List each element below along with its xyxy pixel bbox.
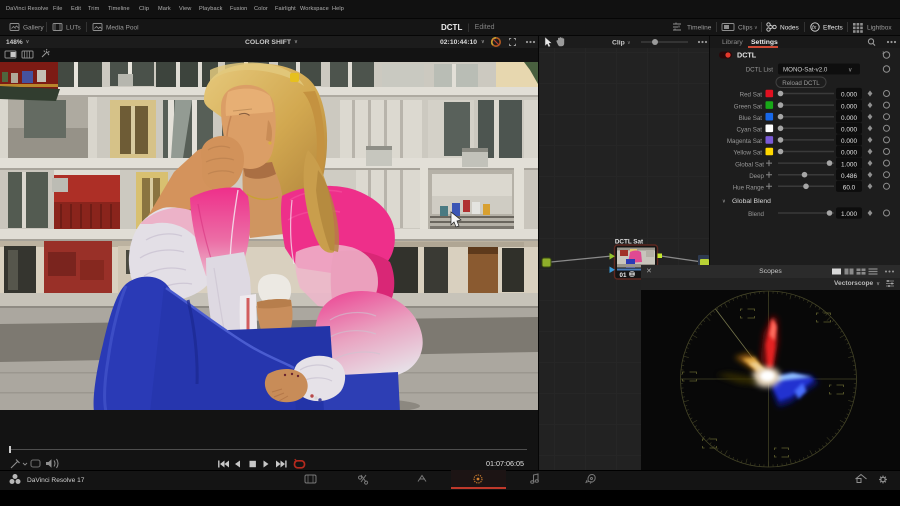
svg-text:1.000: 1.000 [841, 161, 857, 168]
svg-text:Clip: Clip [612, 40, 625, 47]
svg-text:Media Pool: Media Pool [106, 25, 139, 32]
svg-text:0.000: 0.000 [841, 138, 857, 145]
svg-text:1.000: 1.000 [841, 211, 857, 218]
svg-text:Magenta Sat: Magenta Sat [727, 138, 762, 145]
svg-text:∨: ∨ [754, 25, 758, 31]
svg-text:0.000: 0.000 [841, 103, 857, 110]
svg-text:∨: ∨ [627, 40, 631, 46]
svg-text:Green Sat: Green Sat [734, 103, 762, 110]
svg-text:∨: ∨ [848, 68, 852, 74]
svg-text:Effects: Effects [823, 25, 844, 32]
svg-text:DCTL: DCTL [737, 51, 757, 60]
svg-text:LUTs: LUTs [66, 25, 82, 32]
svg-text:60.0: 60.0 [843, 185, 856, 192]
svg-text:Blue Sat: Blue Sat [739, 115, 763, 122]
svg-text:Cyan Sat: Cyan Sat [737, 127, 763, 134]
svg-text:01: 01 [620, 272, 627, 279]
svg-text:Yellow Sat: Yellow Sat [733, 150, 762, 157]
svg-text:Blend: Blend [748, 211, 764, 218]
svg-text:Timeline: Timeline [687, 25, 712, 32]
svg-text:0.000: 0.000 [841, 115, 857, 122]
svg-text:Lightbox: Lightbox [867, 25, 892, 32]
svg-text:Nodes: Nodes [780, 25, 800, 32]
svg-text:Clips: Clips [738, 25, 753, 32]
svg-text:Hue Range: Hue Range [733, 185, 765, 192]
svg-text:∨: ∨ [722, 199, 726, 205]
svg-text:Global Blend: Global Blend [732, 198, 771, 205]
svg-text:Global Sat: Global Sat [735, 161, 764, 168]
svg-text:MONO-Sat-v2.0: MONO-Sat-v2.0 [783, 67, 828, 74]
svg-text:fx: fx [812, 25, 817, 31]
svg-text:Reload DCTL: Reload DCTL [782, 80, 820, 87]
svg-text:DCTL List: DCTL List [746, 67, 774, 74]
svg-text:Deep: Deep [749, 173, 764, 180]
svg-text:0.000: 0.000 [841, 127, 857, 134]
svg-text:0.000: 0.000 [841, 92, 857, 99]
svg-text:Gallery: Gallery [23, 25, 44, 32]
svg-text:0.486: 0.486 [841, 173, 857, 180]
svg-text:Red Sat: Red Sat [740, 92, 763, 99]
svg-text:0.000: 0.000 [841, 150, 857, 157]
